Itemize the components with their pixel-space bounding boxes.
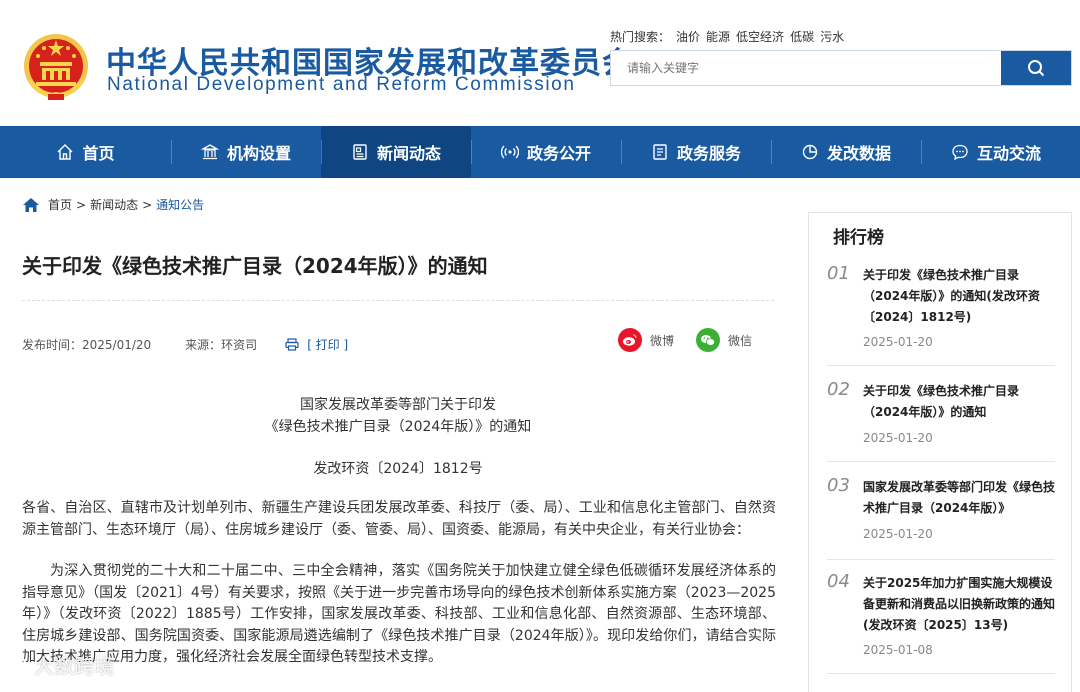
watermark: 大数跨境 — [6, 650, 114, 679]
main-nav: 首页 机构设置 新闻动态 政务公开 政务服务 发改数据 互动交流 — [0, 126, 1080, 178]
share-wechat-button[interactable]: 微信 — [696, 328, 752, 352]
document-number: 发改环资〔2024〕1812号 — [313, 461, 483, 477]
hot-search-label: 热门搜索： — [610, 30, 671, 44]
home-icon — [56, 143, 74, 161]
nav-label: 互动交流 — [976, 144, 1041, 163]
weibo-icon — [618, 328, 642, 352]
breadcrumb: 首页 > 新闻动态 > 通知公告 — [22, 196, 204, 213]
rank-number: 03 — [827, 475, 850, 496]
divider — [827, 559, 1055, 560]
rank-title-link[interactable]: 国家发展改革委等部门印发《绿色技术推广目录（2024年版）》 — [863, 477, 1055, 519]
document-icon — [651, 143, 669, 161]
breadcrumb-home[interactable]: 首页 — [48, 196, 72, 213]
home-icon — [22, 197, 40, 213]
rank-title-link[interactable]: 关于印发《绿色技术推广目录（2024年版）》的通知(发改环资〔2024〕1812… — [863, 265, 1055, 328]
wechat-icon — [696, 328, 720, 352]
hot-keyword-link[interactable]: 油价 — [676, 30, 700, 44]
article-meta: 发布时间：2025/01/20 来源：环资司 [ 打印 ] — [22, 336, 348, 353]
share-weibo-label: 微博 — [650, 333, 675, 348]
ranking-title: 排行榜 — [833, 228, 884, 248]
watermark-text: 大数跨境 — [34, 654, 114, 678]
rank-date: 2025-01-20 — [863, 335, 933, 349]
watermark-logo-icon — [7, 654, 27, 675]
nav-item-gov-affairs[interactable]: 政务公开 — [471, 126, 621, 178]
chat-icon — [951, 143, 969, 161]
rank-date: 2025-01-20 — [863, 527, 933, 541]
article-paragraph: 为深入贯彻党的二十大和二十届二中、三中全会精神，落实《国务院关于加快建立健全绿色… — [22, 563, 776, 665]
article-title: 关于印发《绿色技术推广目录（2024年版）》的通知 — [22, 254, 488, 278]
site-header: 中华人民共和国国家发展和改革委员会 National Development a… — [0, 0, 1080, 126]
nav-item-home[interactable]: 首页 — [0, 126, 171, 178]
nav-label: 机构设置 — [226, 144, 291, 163]
hot-keyword-link[interactable]: 能源 — [706, 30, 730, 44]
rank-number: 04 — [827, 571, 850, 592]
publish-time: 发布时间：2025/01/20 — [22, 338, 152, 352]
breadcrumb-separator: > — [76, 197, 87, 212]
nav-item-interaction[interactable]: 互动交流 — [921, 126, 1071, 178]
ranking-sidebar: 排行榜 01 关于印发《绿色技术推广目录（2024年版）》的通知(发改环资〔20… — [808, 212, 1072, 692]
nav-label: 新闻动态 — [376, 144, 441, 163]
breadcrumb-separator: > — [142, 197, 153, 212]
hot-keyword-link[interactable]: 污水 — [820, 30, 844, 44]
article-source: 来源：环资司 — [185, 338, 258, 352]
divider — [827, 461, 1055, 462]
rank-date: 2025-01-20 — [863, 431, 933, 445]
nav-label: 发改数据 — [826, 144, 891, 163]
nav-item-data[interactable]: 发改数据 — [771, 126, 921, 178]
nav-label: 政务公开 — [526, 144, 591, 163]
hot-search: 热门搜索： 油价 能源 低空经济 低碳 污水 — [610, 28, 844, 45]
broadcast-icon — [500, 143, 519, 161]
rank-title-link[interactable]: 关于2025年加力扩围实施大规模设备更新和消费品以旧换新政策的通知(发改环资〔2… — [863, 573, 1055, 636]
nav-item-organization[interactable]: 机构设置 — [171, 126, 321, 178]
site-title-en[interactable]: National Development and Reform Commissi… — [107, 74, 575, 96]
divider — [827, 673, 1055, 674]
divider — [827, 365, 1055, 366]
print-label: [ 打印 ] — [307, 338, 349, 352]
breadcrumb-current[interactable]: 通知公告 — [156, 196, 204, 213]
nav-item-gov-services[interactable]: 政务服务 — [621, 126, 771, 178]
search-icon — [1028, 60, 1045, 77]
pie-chart-icon — [801, 143, 819, 161]
rank-number: 02 — [827, 379, 850, 400]
hot-keyword-link[interactable]: 低空经济 — [736, 30, 784, 44]
rank-title-link[interactable]: 关于印发《绿色技术推广目录（2024年版）》的通知 — [863, 381, 1055, 423]
document-heading-line2: 《绿色技术推广目录（2024年版）》的通知 — [264, 419, 532, 435]
nav-label: 首页 — [82, 144, 115, 163]
search-button[interactable] — [1001, 51, 1071, 85]
rank-date: 2025-01-08 — [863, 643, 933, 657]
breadcrumb-news[interactable]: 新闻动态 — [90, 196, 138, 213]
share-weibo-button[interactable]: 微博 — [618, 328, 674, 352]
nav-item-news[interactable]: 新闻动态 — [321, 126, 471, 178]
share-wechat-label: 微信 — [728, 333, 753, 348]
document-heading: 国家发展改革委等部门关于印发 《绿色技术推广目录（2024年版）》的通知 — [22, 394, 774, 438]
print-link[interactable]: [ 打印 ] — [285, 336, 348, 353]
divider — [22, 300, 774, 301]
nav-label: 政务服务 — [676, 144, 741, 163]
document-heading-line1: 国家发展改革委等部门关于印发 — [300, 397, 496, 413]
building-icon — [200, 143, 219, 161]
search-box — [610, 50, 1072, 86]
printer-icon — [285, 338, 299, 351]
national-emblem-logo[interactable] — [22, 32, 90, 102]
search-input[interactable] — [611, 51, 1001, 85]
rank-number: 01 — [827, 263, 850, 284]
news-icon — [351, 143, 369, 161]
hot-keyword-link[interactable]: 低碳 — [790, 30, 814, 44]
article-paragraph: 各省、自治区、直辖市及计划单列市、新疆生产建设兵团发展改革委、科技厅（委、局）、… — [22, 500, 776, 538]
